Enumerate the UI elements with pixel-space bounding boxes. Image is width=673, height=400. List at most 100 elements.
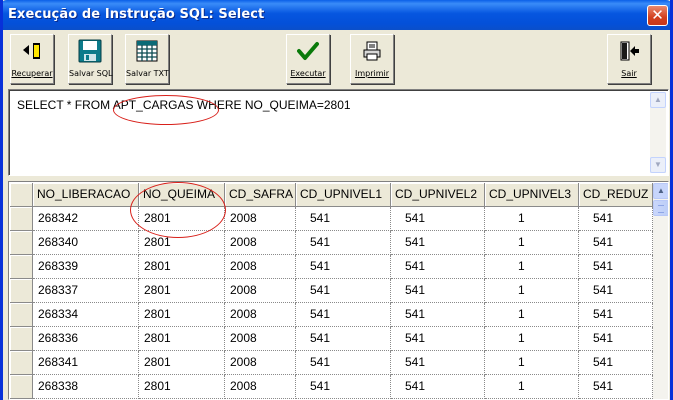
column-header[interactable]: NO_LIBERACAO (33, 183, 139, 207)
row-indicator[interactable] (10, 207, 33, 231)
grid-cell[interactable]: 2008 (225, 303, 296, 327)
row-indicator[interactable] (10, 303, 33, 327)
column-header[interactable]: CD_UPNIVEL2 (391, 183, 485, 207)
title-bar[interactable]: Execução de Instrução SQL: Select ✕ (3, 0, 670, 30)
grid-cell[interactable]: 541 (579, 255, 653, 279)
grid-cell[interactable]: 541 (391, 279, 485, 303)
column-header[interactable]: CD_UPNIVEL3 (485, 183, 579, 207)
grid-cell[interactable]: 541 (391, 375, 485, 399)
scroll-up-icon[interactable]: ▲ (653, 183, 668, 199)
row-indicator[interactable] (10, 375, 33, 399)
table-row[interactable]: 268338 2801 2008 541 541 1 541 (10, 375, 653, 399)
grid-cell[interactable]: 2008 (225, 207, 296, 231)
table-row[interactable]: 268340 2801 2008 541 541 1 541 (10, 231, 653, 255)
grid-cell[interactable]: 541 (391, 351, 485, 375)
grid-cell[interactable]: 268340 (33, 231, 139, 255)
grid-cell[interactable]: 2801 (139, 375, 225, 399)
grid-cell[interactable]: 2008 (225, 255, 296, 279)
grid-cell[interactable]: 541 (579, 327, 653, 351)
grid-cell[interactable]: 541 (391, 327, 485, 351)
floppy-disk-icon (69, 39, 111, 63)
row-indicator[interactable] (10, 327, 33, 351)
grid-cell[interactable]: 1 (485, 255, 579, 279)
table-row[interactable]: 268337 2801 2008 541 541 1 541 (10, 279, 653, 303)
grid-cell[interactable]: 1 (485, 375, 579, 399)
grid-cell[interactable]: 1 (485, 207, 579, 231)
salvar-sql-button[interactable]: Salvar SQL (68, 34, 113, 84)
close-button[interactable]: ✕ (647, 5, 668, 26)
grid-cell[interactable]: 268334 (33, 303, 139, 327)
scroll-up-icon[interactable]: ▲ (650, 92, 666, 108)
spreadsheet-icon (126, 40, 168, 62)
grid-cell[interactable]: 541 (296, 279, 391, 303)
sair-button[interactable]: Sair (607, 34, 651, 84)
grid-cell[interactable]: 1 (485, 351, 579, 375)
grid-scrollbar[interactable]: ▲ (653, 183, 668, 399)
table-row[interactable]: 268341 2801 2008 541 541 1 541 (10, 351, 653, 375)
grid-cell[interactable]: 541 (579, 375, 653, 399)
grid-cell[interactable]: 541 (391, 231, 485, 255)
column-header[interactable]: CD_SAFRA (225, 183, 296, 207)
grid-cell[interactable]: 541 (579, 231, 653, 255)
grid-cell[interactable]: 541 (296, 303, 391, 327)
close-icon: ✕ (651, 6, 664, 24)
grid-cell[interactable]: 541 (296, 231, 391, 255)
column-header[interactable]: CD_REDUZ (579, 183, 653, 207)
printer-icon (351, 40, 393, 62)
grid-cell[interactable]: 2801 (139, 327, 225, 351)
grid-cell[interactable]: 541 (579, 207, 653, 231)
row-indicator[interactable] (10, 255, 33, 279)
grid-cell[interactable]: 2801 (139, 303, 225, 327)
grid-cell[interactable]: 2008 (225, 327, 296, 351)
grid-cell[interactable]: 2008 (225, 351, 296, 375)
grid-cell[interactable]: 1 (485, 327, 579, 351)
query-scrollbar[interactable]: ▲ ▼ (650, 92, 666, 173)
grid-cell[interactable]: 1 (485, 303, 579, 327)
grid-cell[interactable]: 268337 (33, 279, 139, 303)
grid-cell[interactable]: 268339 (33, 255, 139, 279)
recuperar-button[interactable]: Recuperar (10, 34, 54, 84)
grid-cell[interactable]: 541 (296, 351, 391, 375)
grid-cell[interactable]: 2008 (225, 279, 296, 303)
grid-cell[interactable]: 2801 (139, 207, 225, 231)
grid-cell[interactable]: 268342 (33, 207, 139, 231)
grid-cell[interactable]: 2801 (139, 351, 225, 375)
grid-cell[interactable]: 541 (391, 303, 485, 327)
row-indicator[interactable] (10, 231, 33, 255)
table-row[interactable]: 268334 2801 2008 541 541 1 541 (10, 303, 653, 327)
table-row[interactable]: 268339 2801 2008 541 541 1 541 (10, 255, 653, 279)
salvar-txt-button[interactable]: Salvar TXT (125, 34, 169, 84)
grid-cell[interactable]: 268341 (33, 351, 139, 375)
row-indicator[interactable] (10, 279, 33, 303)
grid-cell[interactable]: 2008 (225, 231, 296, 255)
grid-cell[interactable]: 1 (485, 279, 579, 303)
column-header[interactable]: CD_UPNIVEL1 (296, 183, 391, 207)
grid-cell[interactable]: 541 (296, 327, 391, 351)
scroll-down-icon[interactable]: ▼ (650, 157, 666, 173)
grid-cell[interactable]: 541 (296, 207, 391, 231)
grid-cell[interactable]: 2008 (225, 375, 296, 399)
executar-label: Executar (290, 69, 326, 78)
scroll-thumb[interactable] (653, 200, 668, 216)
grid-cell[interactable]: 2801 (139, 279, 225, 303)
grid-cell[interactable]: 541 (296, 375, 391, 399)
executar-button[interactable]: Executar (286, 34, 330, 84)
grid-cell[interactable]: 541 (296, 255, 391, 279)
grid-cell[interactable]: 2801 (139, 255, 225, 279)
grid-cell[interactable]: 541 (391, 255, 485, 279)
table-row[interactable]: 268342 2801 2008 541 541 1 541 (10, 207, 653, 231)
grid-cell[interactable]: 1 (485, 231, 579, 255)
grid-cell[interactable]: 541 (579, 279, 653, 303)
grid-cell[interactable]: 541 (391, 207, 485, 231)
row-indicator[interactable] (10, 351, 33, 375)
table-row[interactable]: 268336 2801 2008 541 541 1 541 (10, 327, 653, 351)
grid-cell[interactable]: 541 (579, 303, 653, 327)
grid-cell[interactable]: 541 (579, 351, 653, 375)
grid-cell[interactable]: 268338 (33, 375, 139, 399)
row-indicator[interactable] (10, 183, 33, 207)
grid-cell[interactable]: 2801 (139, 231, 225, 255)
sql-query-editor[interactable]: SELECT * FROM APT_CARGAS WHERE NO_QUEIMA… (8, 89, 669, 176)
column-header[interactable]: NO_QUEIMA (139, 183, 225, 207)
imprimir-button[interactable]: Imprimir (350, 34, 394, 84)
grid-cell[interactable]: 268336 (33, 327, 139, 351)
